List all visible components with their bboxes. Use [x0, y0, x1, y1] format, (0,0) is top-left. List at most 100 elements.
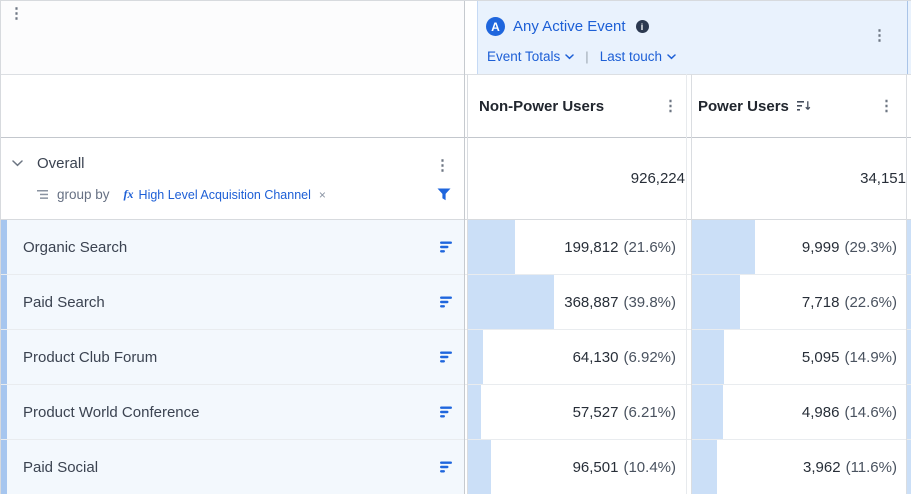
row-label-cell[interactable]: Organic Search: [1, 220, 464, 274]
overall-value-cell[interactable]: 34,151: [692, 138, 911, 219]
value-bar: [468, 220, 515, 274]
value-bar: [692, 385, 723, 439]
value-text: 3,962(11.6%): [803, 440, 897, 494]
bar-chart-icon[interactable]: [440, 296, 453, 308]
value-cell[interactable]: 368,887(39.8%): [468, 275, 685, 329]
value-bar: [468, 275, 554, 329]
grid-line: [686, 74, 687, 494]
value-cell[interactable]: 5,095(14.9%): [692, 330, 906, 384]
row-label: Paid Social: [23, 459, 98, 476]
event-totals-label: Event Totals: [487, 49, 560, 64]
value-cell[interactable]: 4,986(14.6%): [692, 385, 906, 439]
event-settings-row: Event Totals | Last touch: [487, 49, 676, 64]
divider: |: [585, 49, 588, 64]
column-header-non-power-users[interactable]: Non-Power Users ⋮: [468, 75, 696, 137]
value-cell[interactable]: 57,527(6.21%): [468, 385, 685, 439]
fx-icon: fx: [124, 187, 134, 202]
grid-line: [467, 74, 468, 494]
event-title-row: A Any Active Event i: [486, 17, 649, 36]
next-column-bar-fragment: [907, 440, 911, 494]
value-bar: [692, 330, 724, 384]
row-label-cell[interactable]: Product Club Forum: [1, 330, 464, 384]
sort-descending-icon[interactable]: [797, 100, 811, 112]
bar-chart-icon[interactable]: [440, 241, 453, 253]
collapse-chevron-icon[interactable]: [12, 160, 23, 167]
value-text: 7,718(22.6%): [802, 275, 897, 329]
value-cell[interactable]: 3,962(11.6%): [692, 440, 906, 494]
remove-icon[interactable]: ×: [319, 188, 326, 202]
row-label: Organic Search: [23, 239, 127, 256]
overall-row[interactable]: Overall ⋮ group by fx High Level Acquisi…: [1, 138, 464, 219]
group-by-chip[interactable]: fx High Level Acquisition Channel ×: [124, 187, 326, 202]
value-text: 96,501(10.4%): [573, 440, 676, 494]
overall-value: 34,151: [860, 170, 906, 187]
bar-chart-icon[interactable]: [440, 406, 453, 418]
grid-line: [1, 137, 911, 138]
grid-line: [691, 74, 692, 494]
bar-chart-icon[interactable]: [440, 461, 453, 473]
row-menu-icon[interactable]: ⋮: [435, 158, 450, 173]
info-icon[interactable]: i: [636, 20, 649, 33]
group-by-value: High Level Acquisition Channel: [139, 188, 311, 202]
row-label-cell[interactable]: Paid Search: [1, 275, 464, 329]
column-divider: [907, 1, 908, 74]
column-header-power-users[interactable]: Power Users ⋮: [692, 75, 911, 137]
value-cell[interactable]: 9,999(29.3%): [692, 220, 906, 274]
value-bar: [692, 220, 755, 274]
filter-icon[interactable]: [437, 188, 451, 201]
row-label: Paid Search: [23, 294, 105, 311]
group-by-row: group by fx High Level Acquisition Chann…: [37, 187, 326, 202]
column-label: Power Users: [698, 98, 789, 115]
event-totals-dropdown[interactable]: Event Totals: [487, 49, 574, 64]
attribution-label: Last touch: [600, 49, 662, 64]
table-corner: ⋮: [1, 1, 464, 74]
value-text: 199,812(21.6%): [564, 220, 676, 274]
bar-chart-icon[interactable]: [440, 351, 453, 363]
overall-value-cell[interactable]: 926,224: [468, 138, 694, 219]
value-text: 9,999(29.3%): [802, 220, 897, 274]
grid-line: [1, 74, 911, 75]
column-label: Non-Power Users: [479, 98, 604, 115]
event-name[interactable]: Any Active Event: [513, 18, 626, 35]
next-column-bar-fragment: [907, 275, 911, 329]
event-menu-icon[interactable]: ⋮: [872, 28, 887, 43]
value-bar: [468, 440, 491, 494]
value-text: 57,527(6.21%): [573, 385, 676, 439]
grid-line: [1, 219, 911, 220]
row-label-cell[interactable]: Product World Conference: [1, 385, 464, 439]
value-bar: [468, 385, 481, 439]
row-label: Product World Conference: [23, 404, 199, 421]
row-accent-strip: [1, 330, 7, 384]
event-header: A Any Active Event i Event Totals | Last…: [477, 1, 911, 74]
next-column-bar-fragment: [907, 385, 911, 439]
grid-line: [1, 384, 911, 385]
event-badge-icon: A: [486, 17, 505, 36]
value-cell[interactable]: 199,812(21.6%): [468, 220, 685, 274]
overall-label: Overall: [37, 155, 85, 172]
chevron-down-icon: [565, 54, 574, 60]
value-bar: [692, 440, 717, 494]
value-bar: [692, 275, 740, 329]
overall-value: 926,224: [631, 170, 685, 187]
column-menu-icon[interactable]: ⋮: [879, 99, 894, 114]
grid-line: [1, 329, 911, 330]
grid-line: [906, 74, 907, 494]
value-cell[interactable]: 96,501(10.4%): [468, 440, 685, 494]
value-bar: [468, 330, 483, 384]
value-text: 5,095(14.9%): [802, 330, 897, 384]
column-menu-icon[interactable]: ⋮: [663, 99, 678, 114]
next-column-bar-fragment: [907, 330, 911, 384]
row-accent-strip: [1, 385, 7, 439]
row-label: Product Club Forum: [23, 349, 157, 366]
chevron-down-icon: [667, 54, 676, 60]
row-accent-strip: [1, 440, 7, 494]
table-menu-icon[interactable]: ⋮: [9, 6, 24, 21]
attribution-dropdown[interactable]: Last touch: [600, 49, 676, 64]
grid-line: [1, 274, 911, 275]
group-by-label: group by: [57, 187, 110, 202]
row-accent-strip: [1, 220, 7, 274]
row-label-cell[interactable]: Paid Social: [1, 440, 464, 494]
value-cell[interactable]: 64,130(6.92%): [468, 330, 685, 384]
value-cell[interactable]: 7,718(22.6%): [692, 275, 906, 329]
row-accent-strip: [1, 275, 7, 329]
